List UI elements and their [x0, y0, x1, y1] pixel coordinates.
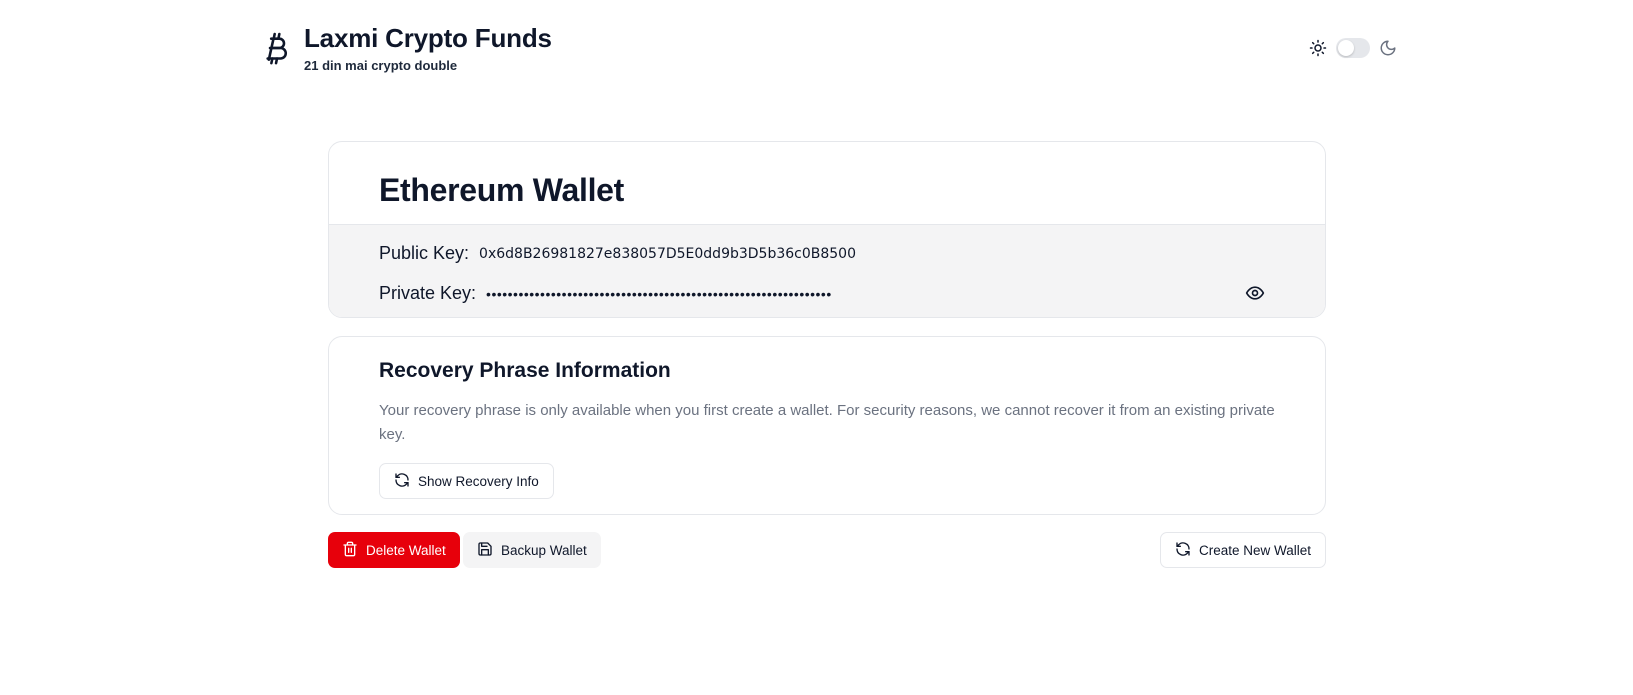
backup-wallet-label: Backup Wallet: [501, 542, 587, 558]
refresh-icon: [1175, 541, 1191, 560]
sun-icon: [1308, 38, 1328, 58]
public-key-label: Public Key:: [379, 243, 470, 263]
wallet-card: Ethereum Wallet Public Key: 0x6d8B269818…: [328, 141, 1326, 318]
brand: Laxmi Crypto Funds 21 din mai crypto dou…: [262, 20, 552, 74]
app-title: Laxmi Crypto Funds: [304, 23, 552, 53]
recovery-description: Your recovery phrase is only available w…: [379, 402, 1275, 443]
reveal-private-key-button[interactable]: [1243, 283, 1267, 307]
create-new-wallet-label: Create New Wallet: [1198, 542, 1311, 558]
theme-toggle[interactable]: [1336, 38, 1370, 58]
public-key-value[interactable]: 0x6d8B26981827e838057D5E0dd9b3D5b36c0B85…: [479, 246, 856, 262]
private-key-masked-value[interactable]: ••••••••••••••••••••••••••••••••••••••••…: [486, 286, 832, 302]
backup-wallet-button[interactable]: Backup Wallet: [463, 532, 601, 568]
create-new-wallet-button[interactable]: Create New Wallet: [1159, 532, 1326, 568]
app-header: Laxmi Crypto Funds 21 din mai crypto dou…: [262, 20, 1398, 80]
trash-icon: [342, 541, 358, 560]
keys-panel: Public Key: 0x6d8B26981827e838057D5E0dd9…: [329, 224, 1325, 317]
eye-icon: [1245, 283, 1265, 308]
app-subtitle: 21 din mai crypto double: [304, 58, 458, 73]
refresh-icon: [394, 472, 410, 491]
show-recovery-info-button[interactable]: Show Recovery Info: [379, 463, 554, 499]
bitcoin-icon: [262, 28, 292, 68]
wallet-actions: Delete Wallet Backup Wallet Create New W…: [328, 532, 1326, 568]
delete-wallet-button[interactable]: Delete Wallet: [328, 532, 460, 568]
private-key-row: Private Key: •••••••••••••••••••••••••••…: [379, 283, 1279, 304]
show-recovery-info-label: Show Recovery Info: [418, 473, 539, 489]
wallet-title: Ethereum Wallet: [379, 172, 625, 208]
theme-switch: [1308, 38, 1398, 58]
theme-toggle-knob: [1338, 40, 1354, 56]
public-key-row: Public Key: 0x6d8B26981827e838057D5E0dd9…: [379, 243, 856, 264]
save-icon: [477, 541, 493, 560]
moon-icon: [1378, 38, 1398, 58]
recovery-title: Recovery Phrase Information: [379, 359, 671, 382]
private-key-label: Private Key:: [379, 283, 477, 303]
delete-wallet-label: Delete Wallet: [366, 542, 446, 558]
recovery-card: Recovery Phrase Information Your recover…: [328, 336, 1326, 515]
